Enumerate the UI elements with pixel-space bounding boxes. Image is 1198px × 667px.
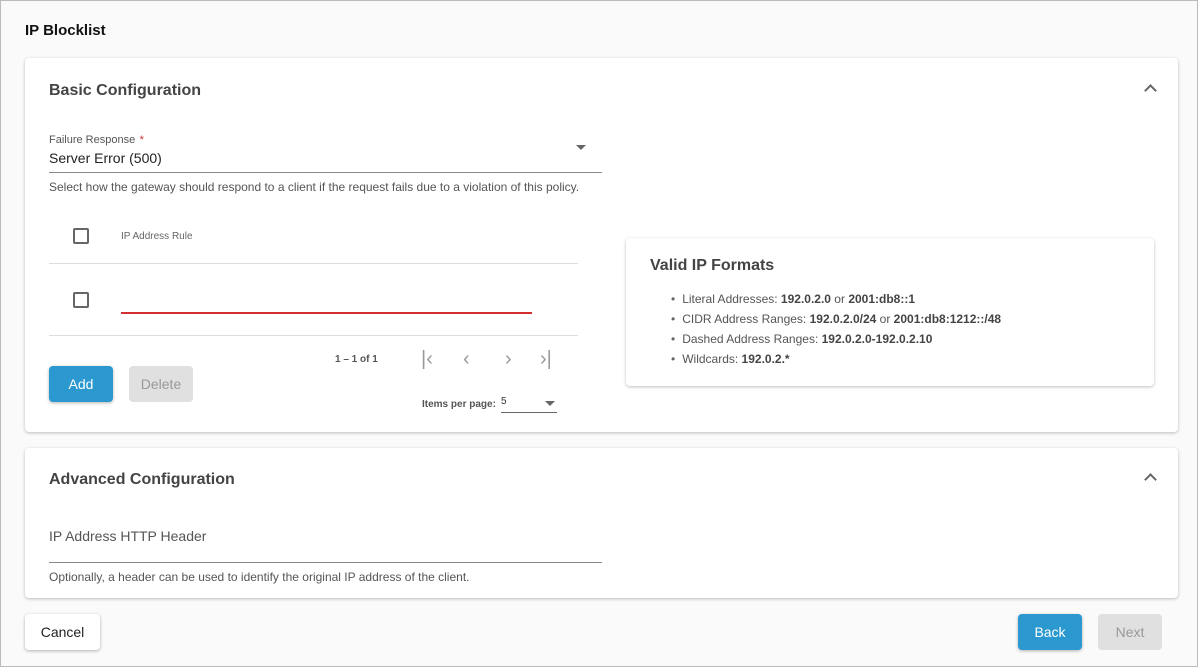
collapse-chevron-icon[interactable] [1144, 84, 1157, 97]
page-title: IP Blocklist [25, 22, 106, 39]
ip-rule-input[interactable] [121, 284, 532, 314]
add-button[interactable]: Add [49, 366, 113, 402]
valid-ip-formats-card: Valid IP Formats Literal Addresses: 192.… [626, 238, 1154, 386]
failure-response-select[interactable]: Failure Response * Server Error (500) [49, 130, 602, 173]
select-all-checkbox[interactable] [73, 228, 89, 244]
list-item: Dashed Address Ranges: 192.0.2.0-192.0.2… [671, 329, 1001, 349]
ip-address-http-header-input[interactable]: IP Address HTTP Header [49, 528, 602, 563]
list-item: Wildcards: 192.0.2.* [671, 349, 1001, 369]
last-page-icon[interactable]: ›| [540, 348, 552, 371]
back-button[interactable]: Back [1018, 614, 1082, 650]
failure-response-value: Server Error (500) [49, 150, 162, 166]
advanced-configuration-title: Advanced Configuration [49, 471, 235, 488]
row-checkbox[interactable] [73, 292, 89, 308]
cancel-button[interactable]: Cancel [25, 614, 100, 650]
table-row [49, 264, 578, 336]
collapse-chevron-icon[interactable] [1144, 473, 1157, 486]
first-page-icon[interactable]: |‹ [421, 348, 433, 371]
next-page-icon[interactable]: › [505, 348, 512, 371]
next-button[interactable]: Next [1098, 614, 1162, 650]
advanced-configuration-panel: Advanced Configuration IP Address HTTP H… [25, 448, 1178, 598]
failure-response-label: Failure Response [49, 134, 136, 146]
header-hint: Optionally, a header can be used to iden… [49, 570, 470, 584]
delete-button[interactable]: Delete [129, 366, 193, 402]
list-item: CIDR Address Ranges: 192.0.2.0/24 or 200… [671, 309, 1001, 329]
failure-response-hint: Select how the gateway should respond to… [49, 180, 580, 194]
valid-ip-formats-title: Valid IP Formats [650, 257, 775, 274]
required-mark: * [139, 134, 144, 146]
items-per-page-value: 5 [501, 396, 507, 407]
formats-list: Literal Addresses: 192.0.2.0 or 2001:db8… [671, 289, 1001, 369]
dropdown-arrow-icon [576, 145, 586, 150]
items-per-page-label: Items per page: [422, 399, 496, 410]
list-item: Literal Addresses: 192.0.2.0 or 2001:db8… [671, 289, 1001, 309]
dropdown-arrow-icon [545, 401, 555, 406]
basic-configuration-panel: Basic Configuration Failure Response * S… [25, 58, 1178, 432]
table-header-row: IP Address Rule [49, 208, 578, 264]
ip-rules-table: IP Address Rule [49, 208, 578, 336]
pagination-range: 1 – 1 of 1 [335, 354, 378, 365]
column-header-ip-rule: IP Address Rule [121, 231, 193, 242]
basic-configuration-title: Basic Configuration [49, 82, 202, 99]
previous-page-icon[interactable]: ‹ [463, 348, 470, 371]
items-per-page-select[interactable]: 5 [501, 396, 557, 413]
